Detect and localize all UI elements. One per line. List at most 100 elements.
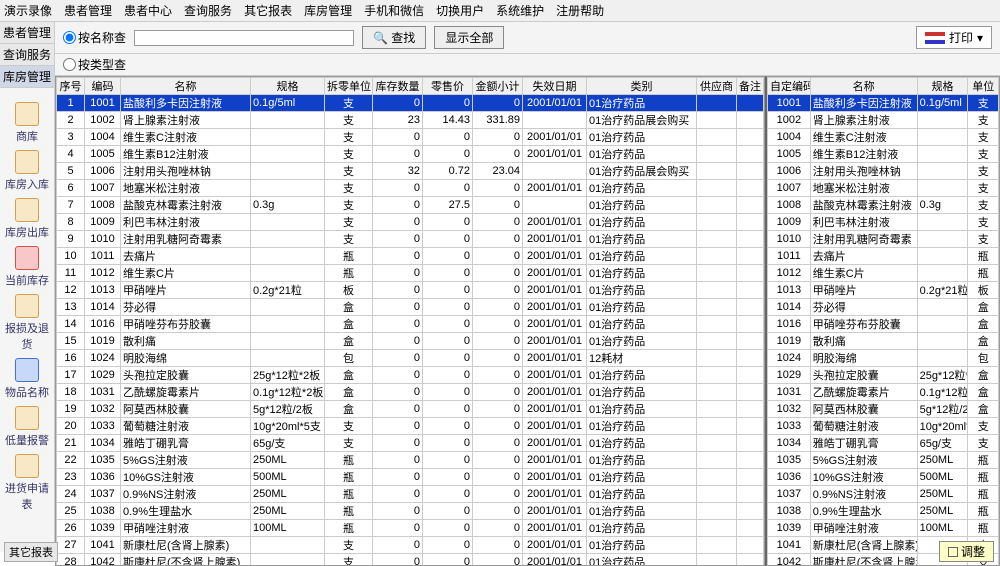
col-header[interactable]: 拆零单位 [325,78,373,95]
table-row[interactable]: 1013甲硝唑片0.2g*21粒板 [768,282,999,299]
table-row[interactable]: 1012维生素C片瓶 [768,265,999,282]
table-row[interactable]: 121013甲硝唑片0.2g*21粒板0002001/01/0101治疗药品 [57,282,764,299]
col-header[interactable]: 规格 [251,78,325,95]
col-header[interactable]: 自定编码 [768,78,811,95]
table-row[interactable]: 1001盐酸利多卡因注射液0.1g/5ml支 [768,95,999,112]
side-icon[interactable]: 库房入库 [0,150,54,192]
side-icon[interactable]: 进货申请表 [0,454,54,512]
table-row[interactable]: 71008盐酸克林霉素注射液0.3g支027.5001治疗药品 [57,197,764,214]
show-all-button[interactable]: 显示全部 [434,26,504,49]
table-row[interactable]: 101011去痛片瓶0002001/01/0101治疗药品 [57,248,764,265]
menu-item[interactable]: 库房管理 [304,2,352,19]
table-row[interactable]: 131014芬必得盒0002001/01/0101治疗药品 [57,299,764,316]
side-icon[interactable]: 物品名称 [0,358,54,400]
table-row[interactable]: 1010注射用乳糖阿奇霉素支 [768,231,999,248]
table-row[interactable]: 1029头孢拉定胶囊25g*12粒*2板盒 [768,367,999,384]
menu-item[interactable]: 查询服务 [184,2,232,19]
table-row[interactable]: 51006注射用头孢唑林钠支320.7223.0401治疗药品展会购买 [57,163,764,180]
col-header[interactable]: 备注 [737,78,764,95]
table-row[interactable]: 1019散利痛盒 [768,333,999,350]
side-icon[interactable]: 当前库存 [0,246,54,288]
table-row[interactable]: 1007地塞米松注射液支 [768,180,999,197]
table-row[interactable]: 10380.9%生理盐水250ML瓶 [768,503,999,520]
menu-item[interactable]: 注册帮助 [556,2,604,19]
col-header[interactable]: 供应商 [697,78,737,95]
table-row[interactable]: 21002肾上腺素注射液支2314.43331.8901治疗药品展会购买 [57,112,764,129]
table-row[interactable]: 171029头孢拉定胶囊25g*12粒*2板盒0002001/01/0101治疗… [57,367,764,384]
side-grid[interactable]: 自定编码名称规格单位 1001盐酸利多卡因注射液0.1g/5ml支1002肾上腺… [765,76,1000,566]
table-row[interactable]: 181031乙酰螺旋霉素片0.1g*12粒*2板盒0002001/01/0101… [57,384,764,401]
search-input[interactable] [134,30,354,46]
left-tab[interactable]: 查询服务 [0,44,54,66]
menu-item[interactable]: 演示录像 [4,2,52,19]
col-header[interactable]: 序号 [57,78,85,95]
col-header[interactable]: 金额小计 [473,78,523,95]
radio-by-name[interactable]: 按名称查 [63,29,126,46]
table-row[interactable]: 201033葡萄糖注射液10g*20ml*5支支0002001/01/0101治… [57,418,764,435]
table-row[interactable]: 103610%GS注射液500ML瓶 [768,469,999,486]
table-row[interactable]: 1014芬必得盒 [768,299,999,316]
menu-item[interactable]: 患者管理 [64,2,112,19]
col-header[interactable]: 编码 [85,78,121,95]
table-row[interactable]: 1034雅皓丁硼乳膏65g/支支 [768,435,999,452]
table-row[interactable]: 1004维生素C注射液支 [768,129,999,146]
table-row[interactable]: 2210355%GS注射液250ML瓶0002001/01/0101治疗药品 [57,452,764,469]
table-row[interactable]: 41005维生素B12注射液支0002001/01/0101治疗药品 [57,146,764,163]
col-header[interactable]: 单位 [968,78,999,95]
table-row[interactable]: 1011去痛片瓶 [768,248,999,265]
table-row[interactable]: 1016甲硝唑芬布芬胶囊盒 [768,316,999,333]
bottom-tab-other[interactable]: 其它报表 [4,542,58,562]
table-row[interactable]: 271041新康杜尼(含肾上腺素)支0002001/01/0101治疗药品 [57,537,764,554]
col-header[interactable]: 名称 [121,78,251,95]
table-row[interactable]: 211034雅皓丁硼乳膏65g/支支0002001/01/0101治疗药品 [57,435,764,452]
table-row[interactable]: 23103610%GS注射液500ML瓶0002001/01/0101治疗药品 [57,469,764,486]
table-row[interactable]: 1039甲硝唑注射液100ML瓶 [768,520,999,537]
table-row[interactable]: 111012维生素C片瓶0002001/01/0101治疗药品 [57,265,764,282]
print-button[interactable]: 打印 ▾ [916,26,992,49]
menu-item[interactable]: 患者中心 [124,2,172,19]
left-tab[interactable]: 患者管理 [0,22,54,44]
table-row[interactable]: 161024明胶海绵包0002001/01/0112耗材 [57,350,764,367]
menu-item[interactable]: 系统维护 [496,2,544,19]
table-row[interactable]: 1008盐酸克林霉素注射液0.3g支 [768,197,999,214]
table-row[interactable]: 31004维生素C注射液支0002001/01/0101治疗药品 [57,129,764,146]
side-icon[interactable]: 低量报警 [0,406,54,448]
radio-by-type[interactable]: 按类型查 [63,56,992,73]
table-row[interactable]: 141016甲硝唑芬布芬胶囊盒0002001/01/0101治疗药品 [57,316,764,333]
col-header[interactable]: 名称 [810,78,917,95]
col-header[interactable]: 零售价 [423,78,473,95]
left-tab[interactable]: 库房管理 [0,66,54,88]
table-row[interactable]: 1005维生素B12注射液支 [768,146,999,163]
table-row[interactable]: 11001盐酸利多卡因注射液0.1g/5ml支0002001/01/0101治疗… [57,95,764,112]
table-row[interactable]: 10355%GS注射液250ML瓶 [768,452,999,469]
table-row[interactable]: 91010注射用乳糖阿奇霉素支0002001/01/0101治疗药品 [57,231,764,248]
main-grid[interactable]: 序号编码名称规格拆零单位库存数量零售价金额小计失效日期类别供应商备注 11001… [55,76,765,566]
adjust-button[interactable]: 调整 [939,541,994,562]
find-button[interactable]: 🔍 查找 [362,26,426,49]
table-row[interactable]: 81009利巴韦林注射液支0002001/01/0101治疗药品 [57,214,764,231]
side-icon[interactable]: 商库 [0,102,54,144]
table-row[interactable]: 151019散利痛盒0002001/01/0101治疗药品 [57,333,764,350]
col-header[interactable]: 失效日期 [523,78,587,95]
table-row[interactable]: 191032阿莫西林胶囊5g*12粒/2板盒0002001/01/0101治疗药… [57,401,764,418]
menu-item[interactable]: 切换用户 [436,2,484,19]
table-row[interactable]: 1009利巴韦林注射液支 [768,214,999,231]
table-row[interactable]: 2510380.9%生理盐水250ML瓶0002001/01/0101治疗药品 [57,503,764,520]
table-row[interactable]: 10370.9%NS注射液250ML瓶 [768,486,999,503]
table-row[interactable]: 1002肾上腺素注射液支 [768,112,999,129]
table-row[interactable]: 61007地塞米松注射液支0002001/01/0101治疗药品 [57,180,764,197]
menu-item[interactable]: 手机和微信 [364,2,424,19]
col-header[interactable]: 规格 [917,78,968,95]
table-row[interactable]: 1031乙酰螺旋霉素片0.1g*12粒*2板盒 [768,384,999,401]
col-header[interactable]: 类别 [587,78,697,95]
side-icon[interactable]: 库房出库 [0,198,54,240]
table-row[interactable]: 1024明胶海绵包 [768,350,999,367]
table-row[interactable]: 2410370.9%NS注射液250ML瓶0002001/01/0101治疗药品 [57,486,764,503]
table-row[interactable]: 1006注射用头孢唑林钠支 [768,163,999,180]
menu-item[interactable]: 其它报表 [244,2,292,19]
table-row[interactable]: 1033葡萄糖注射液10g*20ml*5支支 [768,418,999,435]
side-icon[interactable]: 报损及退货 [0,294,54,352]
table-row[interactable]: 281042斯康杜尼(不含肾上腺素)支0002001/01/0101治疗药品 [57,554,764,566]
table-row[interactable]: 1032阿莫西林胶囊5g*12粒/2板盒 [768,401,999,418]
table-row[interactable]: 261039甲硝唑注射液100ML瓶0002001/01/0101治疗药品 [57,520,764,537]
